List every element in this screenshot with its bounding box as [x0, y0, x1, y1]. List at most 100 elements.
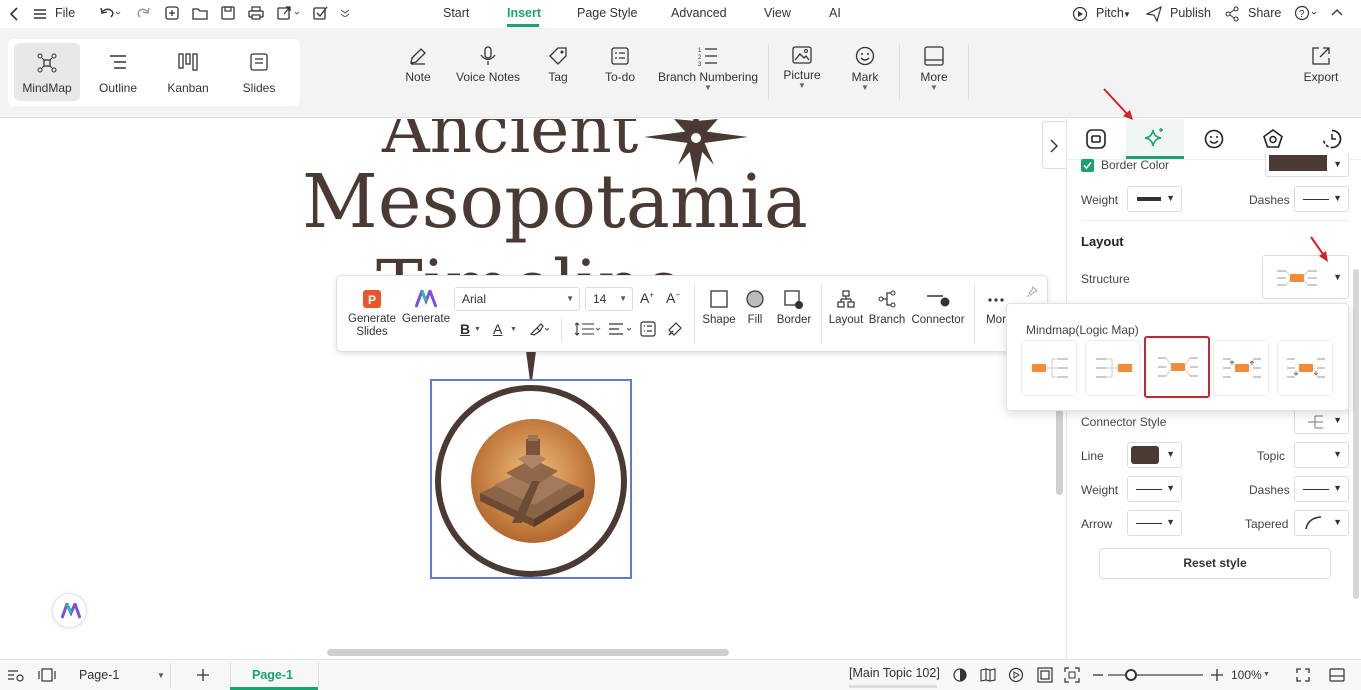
- border-dashes-dropdown[interactable]: ▼: [1294, 186, 1349, 212]
- bold-caret-icon[interactable]: ▼: [474, 326, 481, 333]
- checkbox-icon[interactable]: [313, 6, 329, 20]
- topic-color-dropdown[interactable]: ▼: [1294, 442, 1349, 468]
- border-color-dropdown[interactable]: ▼: [1265, 153, 1349, 177]
- border-button[interactable]: Border: [774, 290, 814, 326]
- todo-button[interactable]: To-do: [600, 46, 640, 84]
- new-file-icon[interactable]: [165, 6, 179, 20]
- view-kanban-button[interactable]: Kanban: [155, 43, 221, 101]
- horizontal-scrollbar[interactable]: [327, 649, 729, 656]
- generate-slides-button[interactable]: P Generate Slides: [347, 290, 397, 339]
- line-weight-dropdown[interactable]: ▼: [1127, 476, 1182, 502]
- pin-icon[interactable]: [1026, 286, 1038, 298]
- line-color-dropdown[interactable]: ▼: [1127, 442, 1182, 468]
- view-mindmap-button[interactable]: MindMap: [14, 43, 80, 101]
- branch-button[interactable]: Branch: [867, 290, 907, 326]
- tab-ai[interactable]: AI: [829, 6, 841, 20]
- note-button[interactable]: Note: [400, 46, 436, 84]
- border-color-checkbox[interactable]: [1081, 159, 1094, 172]
- connector-style-dropdown[interactable]: ▼: [1294, 408, 1349, 434]
- fit-page-icon[interactable]: [1037, 667, 1053, 683]
- undo-icon[interactable]: [99, 6, 121, 20]
- page-select[interactable]: Page-1 ▼: [66, 663, 171, 688]
- branch-numbering-button[interactable]: 123 Branch Numbering ▼: [658, 46, 758, 92]
- save-icon[interactable]: [221, 6, 235, 20]
- font-color-icon[interactable]: A: [493, 321, 502, 337]
- font-color-caret-icon[interactable]: ▼: [510, 326, 517, 333]
- panel-scrollbar[interactable]: [1353, 269, 1359, 599]
- back-icon[interactable]: [9, 7, 21, 21]
- play-icon[interactable]: [1008, 667, 1024, 683]
- zoom-caret-icon[interactable]: ▼: [1263, 671, 1270, 678]
- print-icon[interactable]: [248, 6, 264, 20]
- tab-advanced[interactable]: Advanced: [671, 6, 727, 20]
- export-share-icon[interactable]: [277, 6, 301, 20]
- mindmap-canvas[interactable]: Ancient Mesopotamia Timeline: [0, 119, 1066, 659]
- text-align-icon[interactable]: [608, 322, 634, 336]
- structure-option-right[interactable]: [1021, 340, 1077, 396]
- structure-option-balanced-down[interactable]: [1277, 340, 1333, 396]
- fullscreen-icon[interactable]: [1296, 668, 1310, 682]
- layout-button[interactable]: Layout: [827, 290, 865, 326]
- connector-button[interactable]: Connector: [909, 290, 967, 326]
- file-menu[interactable]: File: [55, 6, 75, 20]
- tag-button[interactable]: Tag: [540, 46, 576, 84]
- publish-button[interactable]: Publish: [1170, 6, 1211, 20]
- share-button[interactable]: Share: [1248, 6, 1281, 20]
- map-settings-icon[interactable]: [7, 668, 25, 682]
- format-painter-icon[interactable]: [667, 321, 683, 337]
- help-icon[interactable]: ?: [1294, 5, 1320, 21]
- theme-toggle-icon[interactable]: [953, 668, 967, 682]
- fit-screen-icon[interactable]: [1064, 667, 1080, 683]
- hamburger-menu-icon[interactable]: [33, 7, 47, 21]
- view-slides-button[interactable]: Slides: [226, 43, 292, 101]
- voice-notes-button[interactable]: Voice Notes: [456, 46, 520, 84]
- structure-option-balanced-up[interactable]: [1213, 340, 1269, 396]
- collapse-ribbon-icon[interactable]: [1331, 8, 1343, 18]
- zoom-slider-thumb[interactable]: [1125, 669, 1137, 681]
- structure-option-balanced[interactable]: [1144, 336, 1210, 398]
- line-spacing-icon[interactable]: [575, 322, 601, 336]
- view-outline-button[interactable]: Outline: [85, 43, 151, 101]
- share-icon[interactable]: [1224, 6, 1240, 22]
- open-folder-icon[interactable]: [192, 6, 208, 20]
- page-list-icon[interactable]: [38, 668, 56, 682]
- list-format-icon[interactable]: [640, 321, 656, 337]
- pitch-icon[interactable]: [1072, 6, 1088, 22]
- line-dashes-dropdown[interactable]: ▼: [1294, 476, 1349, 502]
- tab-style[interactable]: [1067, 119, 1125, 159]
- ai-assistant-button[interactable]: [52, 593, 87, 628]
- redo-icon[interactable]: [137, 6, 151, 20]
- bold-icon[interactable]: B: [460, 321, 470, 337]
- font-size-select[interactable]: 14 ▼: [585, 287, 633, 311]
- more-dropdown-icon[interactable]: [340, 9, 350, 17]
- shape-button[interactable]: Shape: [700, 290, 738, 326]
- structure-option-left[interactable]: [1085, 340, 1141, 396]
- font-family-select[interactable]: Arial ▼: [454, 287, 580, 311]
- tab-icons[interactable]: [1185, 119, 1243, 159]
- generate-button[interactable]: Generate: [401, 290, 451, 325]
- tab-insert[interactable]: Insert: [507, 6, 541, 20]
- mark-button[interactable]: Mark ▼: [846, 46, 884, 92]
- tab-view[interactable]: View: [764, 6, 791, 20]
- reset-style-button[interactable]: Reset style: [1099, 548, 1331, 579]
- tab-page-style[interactable]: Page Style: [577, 6, 637, 20]
- highlight-icon[interactable]: [529, 322, 551, 336]
- tapered-dropdown[interactable]: ▼: [1294, 510, 1349, 536]
- pitch-button[interactable]: Pitch: [1096, 6, 1124, 20]
- decrease-font-icon[interactable]: A−: [666, 290, 680, 306]
- structure-dropdown[interactable]: ▼: [1262, 255, 1349, 299]
- picture-button[interactable]: Picture ▼: [782, 46, 822, 90]
- selected-topic[interactable]: [430, 379, 632, 579]
- zoom-in-icon[interactable]: [1211, 669, 1223, 681]
- export-button[interactable]: Export: [1300, 46, 1342, 84]
- add-page-icon[interactable]: [196, 668, 210, 682]
- increase-font-icon[interactable]: A+: [640, 290, 654, 306]
- publish-icon[interactable]: [1146, 6, 1162, 22]
- border-weight-dropdown[interactable]: ▼: [1127, 186, 1182, 212]
- collapse-panel-button[interactable]: [1042, 121, 1066, 169]
- fill-button[interactable]: Fill: [738, 290, 772, 326]
- zoom-out-icon[interactable]: [1093, 674, 1103, 676]
- zoom-level[interactable]: 100%: [1231, 668, 1262, 682]
- arrow-dropdown[interactable]: ▼: [1127, 510, 1182, 536]
- more-button[interactable]: More ▼: [914, 46, 954, 92]
